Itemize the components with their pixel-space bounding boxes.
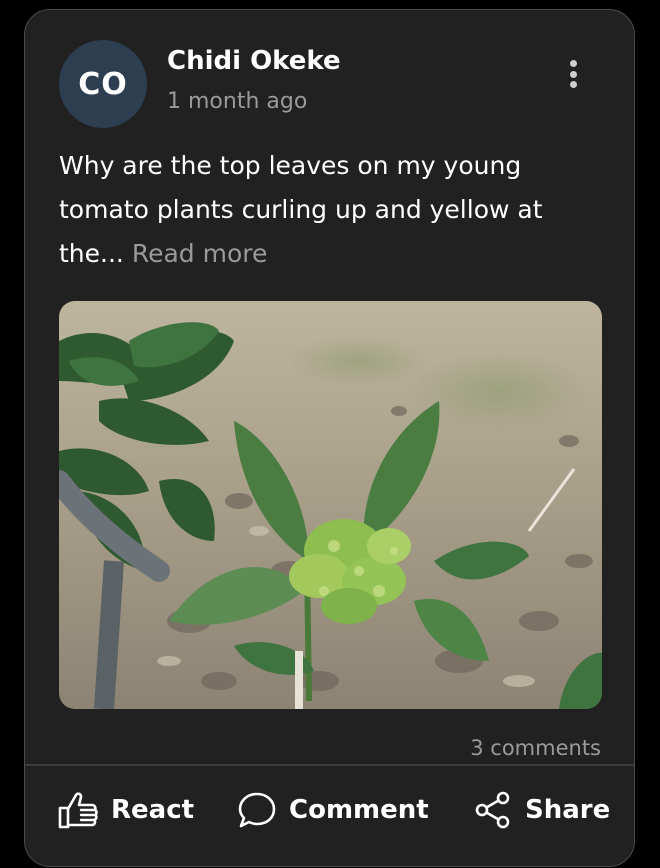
share-label: Share: [525, 795, 611, 825]
menu-dot: [569, 60, 577, 67]
plant-photo-illustration: [59, 301, 602, 709]
author-name[interactable]: Chidi Okeke: [167, 46, 341, 76]
share-button[interactable]: Share: [473, 765, 610, 855]
menu-dot: [569, 70, 577, 78]
post-timestamp: 1 month ago: [167, 89, 308, 114]
react-label: React: [111, 795, 195, 825]
post-actions-bar: React Comment Share: [25, 765, 634, 855]
comments-count[interactable]: 3 comments: [470, 736, 601, 760]
read-more-link[interactable]: Read more: [132, 239, 268, 268]
comment-button[interactable]: Comment: [237, 765, 429, 855]
react-button[interactable]: React: [57, 765, 194, 855]
share-icon: [473, 790, 513, 830]
post-card: CO Chidi Okeke 1 month ago Why are the t…: [24, 9, 635, 867]
speech-bubble-icon: [237, 790, 277, 830]
thumbs-up-icon: [57, 790, 99, 830]
menu-dot: [569, 81, 577, 88]
post-image[interactable]: [59, 301, 602, 709]
avatar-initials: CO: [78, 66, 128, 102]
post-body: Why are the top leaves on my young tomat…: [59, 144, 604, 276]
more-options-icon[interactable]: [557, 54, 589, 94]
avatar[interactable]: CO: [59, 40, 147, 128]
comment-label: Comment: [289, 795, 429, 825]
